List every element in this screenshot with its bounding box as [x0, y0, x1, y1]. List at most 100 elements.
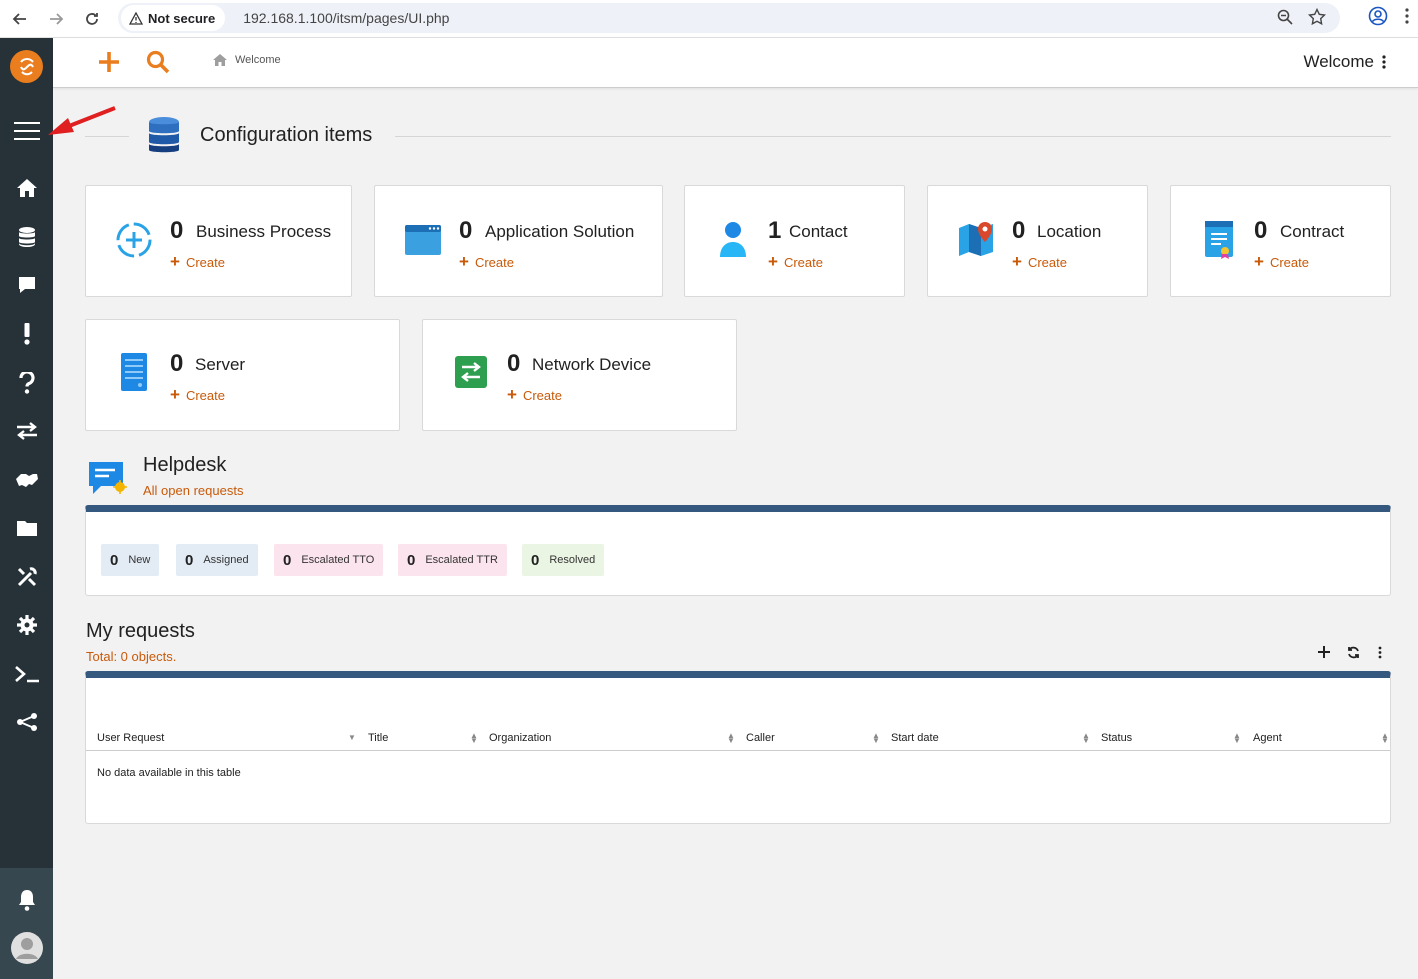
question-icon[interactable] [0, 365, 53, 401]
bell-icon[interactable] [0, 882, 53, 918]
breadcrumb[interactable]: Welcome [213, 54, 281, 66]
table-menu-icon[interactable] [1370, 643, 1390, 661]
address-bar[interactable]: Not secure 192.168.1.100/itsm/pages/UI.p… [118, 3, 1340, 33]
create-label: Create [1027, 254, 1067, 270]
create-link[interactable]: + Create [170, 252, 225, 272]
card-count: 0 [459, 217, 473, 244]
badge-count: 0 [110, 551, 119, 569]
card-count: 0 [170, 350, 184, 377]
share-icon[interactable] [0, 704, 53, 740]
reload-icon[interactable] [80, 7, 104, 31]
column-header[interactable]: Title [368, 732, 388, 744]
add-icon[interactable] [1314, 643, 1334, 661]
plus-icon: + [170, 385, 180, 404]
sort-icon[interactable]: ▲ ▼ [872, 732, 880, 745]
card-label[interactable]: Network Device [532, 355, 651, 375]
database-icon[interactable] [0, 219, 53, 255]
create-link[interactable]: + Create [1012, 252, 1067, 272]
badge-count: 0 [185, 551, 194, 569]
card-label[interactable]: Contract [1280, 222, 1344, 242]
column-header[interactable]: Agent [1253, 732, 1282, 744]
bookmark-star-icon[interactable] [1308, 8, 1326, 26]
badge-resolved[interactable]: 0 Resolved [522, 544, 605, 576]
browser-menu-icon[interactable] [1404, 7, 1410, 25]
logo-icon [19, 57, 34, 75]
column-header[interactable]: Caller [746, 732, 775, 744]
empty-table-message: No data available in this table [97, 767, 241, 779]
create-label: Create [783, 254, 823, 270]
home-icon[interactable] [0, 170, 53, 206]
breadcrumb-label: Welcome [235, 54, 281, 66]
divider [85, 136, 129, 137]
card-server[interactable]: 0 Server + Create [85, 319, 400, 431]
card-count: 0 [1012, 217, 1026, 244]
card-label[interactable]: Application Solution [485, 222, 634, 242]
sidebar-bottom [0, 868, 53, 979]
chat-icon[interactable] [0, 267, 53, 303]
card-label[interactable]: Contact [789, 222, 848, 242]
card-count: 1 [768, 217, 782, 244]
create-link[interactable]: + Create [1254, 252, 1309, 272]
incident-icon[interactable] [0, 316, 53, 352]
column-header[interactable]: Organization [489, 732, 551, 744]
column-header[interactable]: Status [1101, 732, 1132, 744]
new-object-icon[interactable] [98, 51, 120, 73]
header-divider [86, 750, 1390, 751]
zoom-icon[interactable] [1276, 8, 1294, 26]
terminal-icon[interactable] [0, 656, 53, 692]
sort-icon[interactable]: ▲ ▼ [470, 732, 478, 745]
badge-escalated-tto[interactable]: 0 Escalated TTO [274, 544, 384, 576]
sidebar [0, 38, 53, 979]
my-requests-total: Total: 0 objects. [86, 649, 177, 664]
app-logo[interactable] [10, 50, 43, 83]
column-header[interactable]: Start date [891, 732, 939, 744]
card-count: 0 [170, 217, 184, 244]
back-icon[interactable] [8, 7, 32, 31]
tools-icon[interactable] [0, 559, 53, 595]
create-link[interactable]: + Create [170, 385, 225, 405]
card-label[interactable]: Business Process [196, 222, 331, 242]
card-application-solution[interactable]: 0 Application Solution + Create [374, 185, 663, 297]
gear-icon[interactable] [0, 607, 53, 643]
refresh-icon[interactable] [1343, 643, 1363, 661]
sort-icon[interactable]: ▲ ▼ [1233, 732, 1241, 745]
sort-icon[interactable]: ▲ ▼ [1082, 732, 1090, 745]
network-switch-icon [451, 352, 491, 392]
sort-icon[interactable]: ▲ ▼ [727, 732, 735, 745]
badge-new[interactable]: 0 New [101, 544, 160, 576]
profile-icon[interactable] [1368, 6, 1388, 26]
my-requests-title: My requests [86, 620, 195, 642]
badge-label: New [128, 554, 151, 566]
warning-icon [129, 11, 143, 25]
sort-icon[interactable]: ▲ ▼ [1381, 732, 1389, 745]
application-window-icon [403, 220, 443, 260]
change-icon[interactable] [0, 413, 53, 449]
card-business-process[interactable]: 0 Business Process + Create [85, 185, 352, 297]
plus-icon: + [459, 252, 469, 271]
create-link[interactable]: + Create [459, 252, 514, 272]
handshake-icon[interactable] [0, 462, 53, 498]
badge-assigned[interactable]: 0 Assigned [176, 544, 258, 576]
card-location[interactable]: 0 Location + Create [927, 185, 1148, 297]
create-link[interactable]: + Create [768, 252, 823, 272]
forward-icon[interactable] [44, 7, 68, 31]
avatar[interactable] [0, 930, 53, 966]
column-header[interactable]: User Request [97, 732, 164, 744]
helpdesk-subtitle[interactable]: All open requests [143, 483, 243, 498]
create-label: Create [522, 387, 562, 403]
card-label[interactable]: Location [1037, 222, 1101, 242]
sort-desc-icon[interactable]: ▼ [348, 734, 356, 742]
create-link[interactable]: + Create [507, 385, 562, 405]
card-network-device[interactable]: 0 Network Device + Create [422, 319, 737, 431]
security-chip[interactable]: Not secure [121, 5, 226, 31]
card-contract[interactable]: 0 Contract + Create [1170, 185, 1391, 297]
database-icon [149, 117, 179, 153]
badge-escalated-ttr[interactable]: 0 Escalated TTR [398, 544, 507, 576]
card-contact[interactable]: 1 Contact + Create [684, 185, 905, 297]
helpdesk-panel: 0 New 0 Assigned 0 Escalated TTO 0 Escalated… [85, 505, 1391, 596]
plus-icon: + [170, 252, 180, 271]
search-icon[interactable] [146, 50, 170, 74]
folder-icon[interactable] [0, 510, 53, 546]
welcome-menu[interactable]: Welcome [1303, 52, 1386, 72]
card-label[interactable]: Server [195, 355, 245, 375]
